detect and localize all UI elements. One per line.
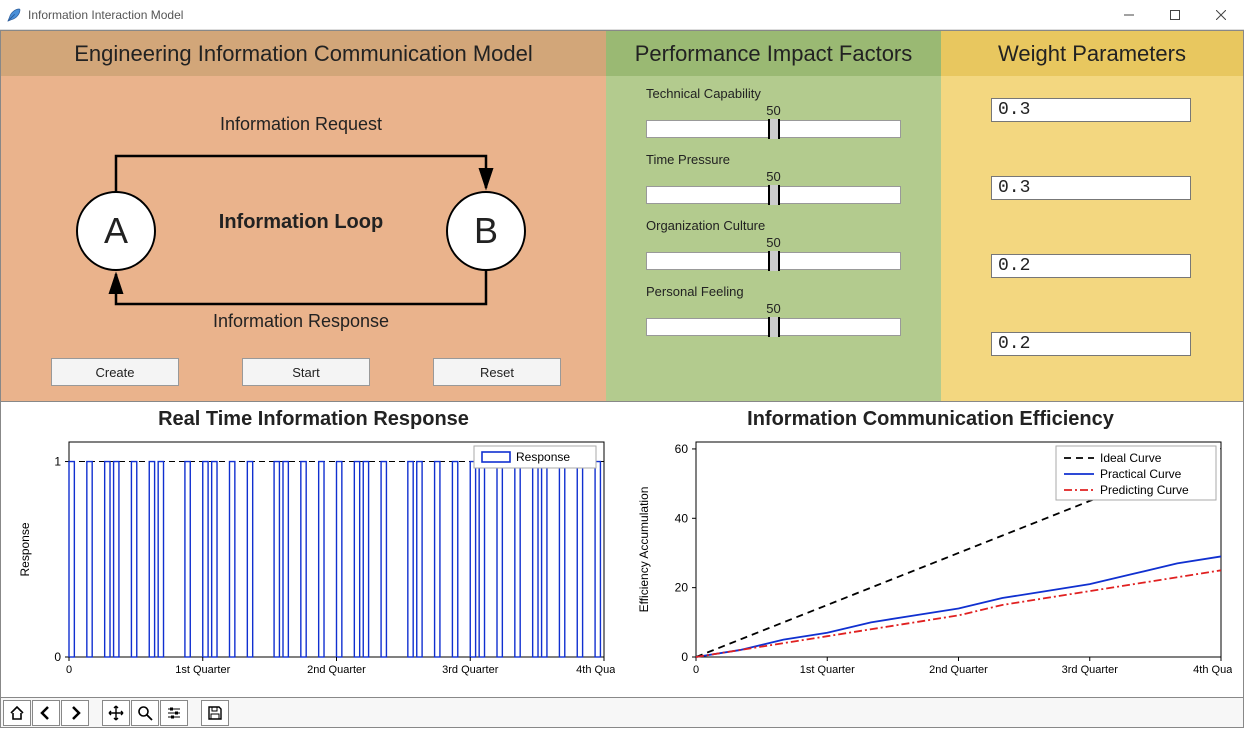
- window-title: Information Interaction Model: [28, 8, 1106, 22]
- svg-text:Ideal Curve: Ideal Curve: [1100, 451, 1162, 465]
- svg-text:Response: Response: [18, 522, 32, 576]
- toolbar-save-icon[interactable]: [201, 700, 229, 726]
- slider-thumb[interactable]: [768, 119, 780, 139]
- app-icon: [6, 7, 22, 23]
- slider-organization-culture-track[interactable]: [646, 252, 901, 270]
- toolbar-pan-icon[interactable]: [102, 700, 130, 726]
- model-panel-header: Engineering Information Communication Mo…: [1, 31, 606, 76]
- svg-text:2nd Quarter: 2nd Quarter: [307, 664, 366, 676]
- label-information-response: Information Response: [61, 311, 541, 332]
- weight-input-4[interactable]: 0.2: [991, 332, 1191, 356]
- slider-thumb[interactable]: [768, 185, 780, 205]
- svg-text:Efficiency Accumulation: Efficiency Accumulation: [637, 487, 651, 613]
- svg-text:Predicting Curve: Predicting Curve: [1100, 483, 1189, 497]
- model-panel: Engineering Information Communication Mo…: [1, 31, 606, 401]
- svg-text:3rd Quarter: 3rd Quarter: [442, 664, 499, 676]
- svg-text:40: 40: [675, 511, 689, 525]
- slider-time-pressure: Time Pressure 50: [646, 152, 901, 204]
- weight-input-3[interactable]: 0.2: [991, 254, 1191, 278]
- svg-text:4th Quarter: 4th Quarter: [1193, 664, 1232, 676]
- svg-text:1st Quarter: 1st Quarter: [800, 664, 855, 676]
- svg-text:0: 0: [693, 664, 699, 676]
- factors-panel: Performance Impact Factors Technical Cap…: [606, 31, 941, 401]
- slider-organization-culture: Organization Culture 50: [646, 218, 901, 270]
- toolbar-zoom-icon[interactable]: [131, 700, 159, 726]
- weights-panel-header: Weight Parameters: [941, 31, 1243, 76]
- window-maximize-button[interactable]: [1152, 0, 1198, 30]
- toolbar-home-icon[interactable]: [3, 700, 31, 726]
- weight-input-1[interactable]: 0.3: [991, 98, 1191, 122]
- matplotlib-toolbar: [1, 697, 1243, 727]
- slider-thumb[interactable]: [768, 317, 780, 337]
- svg-text:0: 0: [66, 664, 72, 676]
- svg-text:1: 1: [54, 455, 61, 469]
- toolbar-forward-icon[interactable]: [61, 700, 89, 726]
- slider-technical-capability-track[interactable]: [646, 120, 901, 138]
- plot-response-canvas[interactable]: 0 1 0 1st Quarter 2nd Quarter 3rd Quarter 4th …: [9, 432, 615, 682]
- toolbar-back-icon[interactable]: [32, 700, 60, 726]
- svg-text:20: 20: [675, 581, 689, 595]
- create-button[interactable]: Create: [51, 358, 179, 386]
- reset-button[interactable]: Reset: [433, 358, 561, 386]
- label-information-request: Information Request: [61, 114, 541, 135]
- slider-personal-feeling: Personal Feeling 50: [646, 284, 901, 336]
- slider-thumb[interactable]: [768, 251, 780, 271]
- svg-text:Response: Response: [516, 450, 570, 464]
- toolbar-configure-icon[interactable]: [160, 700, 188, 726]
- weight-input-2[interactable]: 0.3: [991, 176, 1191, 200]
- svg-text:1st Quarter: 1st Quarter: [175, 664, 230, 676]
- svg-text:Practical Curve: Practical Curve: [1100, 467, 1182, 481]
- slider-personal-feeling-track[interactable]: [646, 318, 901, 336]
- window-titlebar: Information Interaction Model: [0, 0, 1244, 30]
- plot-response: Real Time Information Response 0101st Qu…: [9, 406, 618, 697]
- app-content: Engineering Information Communication Mo…: [0, 30, 1244, 728]
- window-minimize-button[interactable]: [1106, 0, 1152, 30]
- svg-text:60: 60: [675, 442, 689, 456]
- plots-area: Real Time Information Response 0101st Qu…: [1, 401, 1243, 697]
- svg-text:3rd Quarter: 3rd Quarter: [1062, 664, 1119, 676]
- svg-text:4th Quarter: 4th Quarter: [576, 664, 615, 676]
- factors-panel-header: Performance Impact Factors: [606, 31, 941, 76]
- start-button[interactable]: Start: [242, 358, 370, 386]
- slider-technical-capability: Technical Capability 50: [646, 86, 901, 138]
- plot-efficiency: Information Communication Efficiency 020…: [626, 406, 1235, 697]
- plot-efficiency-canvas[interactable]: 0 20 40 60 0 1st Quarter 2nd Quarter 3rd Quarte…: [626, 432, 1232, 682]
- window-close-button[interactable]: [1198, 0, 1244, 30]
- svg-text:0: 0: [54, 650, 61, 664]
- svg-text:0: 0: [681, 650, 688, 664]
- svg-text:2nd Quarter: 2nd Quarter: [929, 664, 988, 676]
- weights-panel: Weight Parameters 0.3 0.3 0.2 0.2: [941, 31, 1243, 401]
- slider-time-pressure-track[interactable]: [646, 186, 901, 204]
- information-loop-diagram: A B Information Request Information Loop…: [61, 126, 541, 336]
- label-information-loop: Information Loop: [61, 211, 541, 234]
